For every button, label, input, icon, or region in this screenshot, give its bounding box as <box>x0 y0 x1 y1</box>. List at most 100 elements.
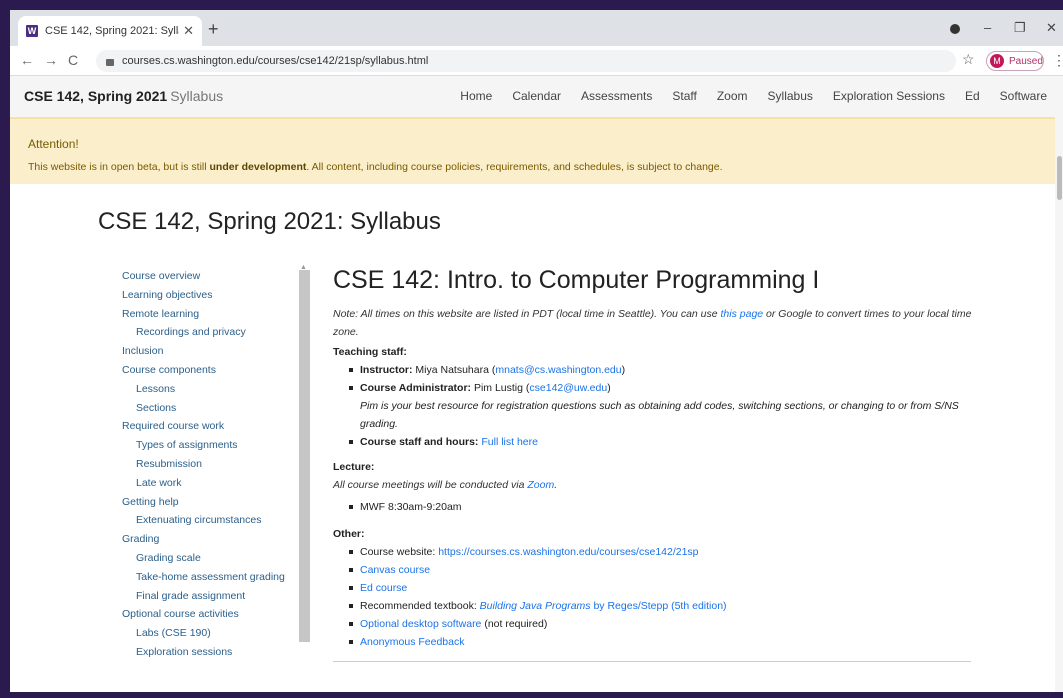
page-scrollbar[interactable] <box>1055 76 1063 692</box>
lecture-note-end: . <box>554 479 558 491</box>
divider <box>333 661 971 662</box>
list-item: Instructor: Miya Natsuhara (mnats@cs.was… <box>349 361 973 379</box>
sidebar-item[interactable]: Labs (CSE 190) <box>122 627 312 640</box>
close-window-icon[interactable]: ✕ <box>1046 20 1057 36</box>
paren: ) <box>621 364 626 376</box>
hours-label: Course staff and hours: <box>360 436 479 448</box>
list-item: Course website: https://courses.cs.washi… <box>349 543 973 561</box>
instructor-label: Instructor: <box>360 364 413 376</box>
list-item: Canvas course <box>349 561 973 579</box>
nav-software[interactable]: Software <box>1000 89 1047 103</box>
banner-text: This website is in open beta, but is sti… <box>28 161 723 173</box>
admin-label: Course Administrator: <box>360 382 472 394</box>
table-of-contents: Course overview Learning objectives Remote… <box>122 270 312 665</box>
close-tab-icon[interactable]: ✕ <box>183 23 194 39</box>
back-icon[interactable]: ← <box>20 52 34 68</box>
attention-banner: Attention! This website is in open beta,… <box>10 118 1055 184</box>
list-item: Recommended textbook: Building Java Prog… <box>349 597 973 615</box>
tab-title: CSE 142, Spring 2021: Syllabus <box>45 25 179 37</box>
brand-subtitle: Syllabus <box>170 88 224 104</box>
site-brand[interactable]: CSE 142, Spring 2021 Syllabus <box>24 88 223 104</box>
sidebar-item[interactable]: Sections <box>122 402 312 415</box>
lecture-note-start: All course meetings will be conducted vi… <box>333 479 528 491</box>
list-item: Optional desktop software (not required) <box>349 615 973 633</box>
other-heading: Other: <box>333 528 365 540</box>
new-tab-icon[interactable]: + <box>208 19 219 40</box>
sidebar-item[interactable]: Take-home assessment grading <box>122 571 312 584</box>
sidebar-item[interactable]: Required course work <box>122 420 312 433</box>
timezone-note: Note: All times on this website are list… <box>333 305 973 341</box>
zoom-link[interactable]: Zoom <box>527 479 554 491</box>
anonymous-feedback-link[interactable]: Anonymous Feedback <box>360 636 464 648</box>
this-page-link[interactable]: this page <box>721 308 764 320</box>
profile-button[interactable]: M Paused <box>986 51 1044 71</box>
sidebar-item[interactable]: Getting help <box>122 496 312 509</box>
address-row: ← → C courses.cs.washington.edu/courses/… <box>10 46 1063 76</box>
brand-title: CSE 142, Spring 2021 <box>24 88 168 104</box>
desktop-software-link[interactable]: Optional desktop software <box>360 618 481 630</box>
sidebar-item[interactable]: Late work <box>122 477 312 490</box>
textbook-title-link[interactable]: Building Java Programs <box>480 600 591 612</box>
other-list: Course website: https://courses.cs.washi… <box>333 543 973 651</box>
page-title: CSE 142, Spring 2021: Syllabus <box>98 208 441 235</box>
sidebar-item[interactable]: Grading <box>122 533 312 546</box>
bookmark-star-icon[interactable]: ☆ <box>962 51 975 68</box>
textbook-rest-link[interactable]: by Reges/Stepp (5th edition) <box>591 600 726 612</box>
nav-exploration-sessions[interactable]: Exploration Sessions <box>833 89 945 103</box>
record-indicator-icon[interactable] <box>950 24 960 34</box>
minimize-icon[interactable]: – <box>984 20 991 35</box>
sidebar-item[interactable]: Remote learning <box>122 308 312 321</box>
nav-staff[interactable]: Staff <box>672 89 696 103</box>
sidebar-item[interactable]: Resubmission <box>122 458 312 471</box>
sidebar-item[interactable]: Exploration sessions <box>122 646 312 659</box>
sidebar-item[interactable]: Extenuating circumstances <box>122 514 312 527</box>
sidebar-item[interactable]: Recordings and privacy <box>122 326 312 339</box>
nav-home[interactable]: Home <box>460 89 492 103</box>
nav-calendar[interactable]: Calendar <box>512 89 561 103</box>
nav-links: Home Calendar Assessments Staff Zoom Syl… <box>460 89 1047 103</box>
address-bar[interactable]: courses.cs.washington.edu/courses/cse142… <box>96 50 956 72</box>
teaching-staff-list: Instructor: Miya Natsuhara (mnats@cs.was… <box>333 361 973 451</box>
browser-tab[interactable]: W CSE 142, Spring 2021: Syllabus ✕ <box>18 16 202 46</box>
admin-email-link[interactable]: cse142@uw.edu <box>529 382 607 394</box>
instructor-name: Miya Natsuhara ( <box>412 364 496 376</box>
course-title: CSE 142: Intro. to Computer Programming … <box>333 266 820 294</box>
lecture-note: All course meetings will be conducted vi… <box>333 476 973 494</box>
sidebar-item[interactable]: Inclusion <box>122 345 312 358</box>
sidebar-item[interactable]: Course overview <box>122 270 312 283</box>
page-scrollbar-thumb[interactable] <box>1057 156 1062 200</box>
course-website-link[interactable]: https://courses.cs.washington.edu/course… <box>438 546 698 558</box>
sidebar-item[interactable]: Grading scale <box>122 552 312 565</box>
nav-syllabus[interactable]: Syllabus <box>768 89 813 103</box>
reload-icon[interactable]: C <box>68 52 78 68</box>
website-label: Course website: <box>360 546 439 558</box>
banner-title: Attention! <box>28 137 79 151</box>
nav-ed[interactable]: Ed <box>965 89 980 103</box>
tab-strip: W CSE 142, Spring 2021: Syllabus ✕ + – ❐… <box>10 10 1063 46</box>
sidebar-item[interactable]: Lessons <box>122 383 312 396</box>
profile-status: Paused <box>1009 55 1043 67</box>
nav-assessments[interactable]: Assessments <box>581 89 652 103</box>
sidebar-item[interactable]: Final grade assignment <box>122 590 312 603</box>
instructor-email-link[interactable]: mnats@cs.washington.edu <box>495 364 621 376</box>
sidebar-item[interactable]: Types of assignments <box>122 439 312 452</box>
staff-hours-link[interactable]: Full list here <box>481 436 538 448</box>
canvas-course-link[interactable]: Canvas course <box>360 564 430 576</box>
list-item: Anonymous Feedback <box>349 633 973 651</box>
sidebar-item[interactable]: Learning objectives <box>122 289 312 302</box>
main-content: CSE 142: Intro. to Computer Programming … <box>333 266 973 662</box>
lock-icon <box>106 58 114 66</box>
note-text-start: Note: All times on this website are list… <box>333 308 721 320</box>
menu-kebab-icon[interactable]: ⋮ <box>1052 52 1063 69</box>
site-navbar: CSE 142, Spring 2021 Syllabus Home Calend… <box>10 76 1063 118</box>
url-text: courses.cs.washington.edu/courses/cse142… <box>122 55 429 67</box>
ed-course-link[interactable]: Ed course <box>360 582 407 594</box>
nav-zoom[interactable]: Zoom <box>717 89 748 103</box>
restore-icon[interactable]: ❐ <box>1014 20 1026 36</box>
list-item: Ed course <box>349 579 973 597</box>
sidebar-item[interactable]: Optional course activities <box>122 608 312 621</box>
lecture-list: MWF 8:30am-9:20am <box>333 498 973 516</box>
banner-text-bold: under development <box>209 161 307 173</box>
forward-icon[interactable]: → <box>44 52 58 68</box>
sidebar-item[interactable]: Course components <box>122 364 312 377</box>
